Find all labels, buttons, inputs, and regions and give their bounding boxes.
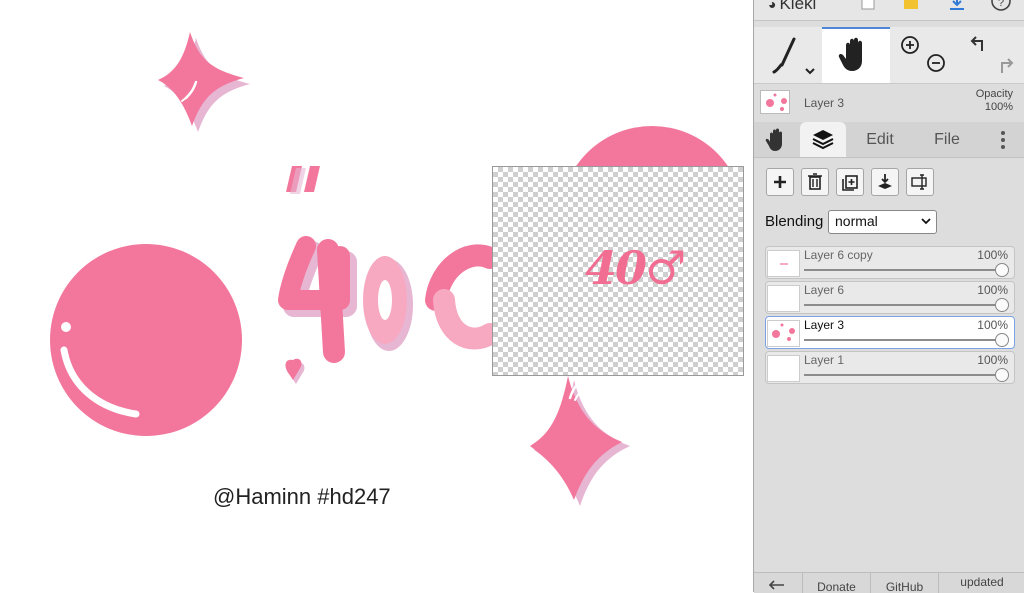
opacity-slider-handle[interactable] [995, 298, 1009, 312]
opacity-slider-track[interactable] [804, 339, 1002, 341]
arrow-left-icon [768, 580, 784, 590]
hand-tool[interactable] [822, 27, 890, 83]
layer-opacity: 100% [977, 248, 1008, 262]
app-name: Kleki [779, 0, 817, 13]
layer-preview-popup: 40♂ [492, 166, 744, 376]
duplicate-icon [842, 175, 858, 191]
preview-lettering: 40♂ [585, 241, 686, 295]
opacity-slider-handle[interactable] [995, 368, 1009, 382]
layer-row-layer-6-copy[interactable]: Layer 6 copy 100% [765, 246, 1015, 279]
credit-text: @Haminn #hd247 [213, 484, 391, 509]
github-link[interactable]: GitHub [870, 573, 938, 593]
kleki-logo-icon: ◕ [768, 0, 777, 12]
updated-link[interactable]: updated [938, 573, 1024, 593]
open-folder-icon[interactable] [900, 0, 922, 16]
brush-icon [772, 37, 815, 75]
quote-marks [286, 166, 320, 194]
blending-select[interactable]: normal [828, 210, 937, 234]
add-layer-button[interactable] [766, 168, 794, 196]
more-menu-button[interactable] [980, 122, 1024, 157]
duplicate-layer-button[interactable] [836, 168, 864, 196]
svg-text:?: ? [998, 0, 1004, 9]
delete-layer-button[interactable] [801, 168, 829, 196]
layers-icon [812, 130, 834, 150]
brush-tool[interactable] [754, 27, 822, 83]
more-vertical-icon [1001, 131, 1005, 149]
tab-hand[interactable] [754, 122, 800, 157]
blending-value: normal [835, 213, 878, 229]
layer-name: Layer 3 [804, 318, 845, 332]
blending-label: Blending [765, 213, 824, 230]
layer-row-layer-3[interactable]: Layer 3 100% [765, 316, 1015, 349]
merge-down-icon [878, 174, 892, 189]
plus-icon [774, 176, 786, 188]
new-image-icon[interactable] [858, 0, 880, 16]
opacity-value: 100% [984, 101, 1013, 113]
layer-thumbnail [767, 285, 800, 312]
opacity-slider-handle[interactable] [995, 263, 1009, 277]
merge-down-button[interactable] [871, 168, 899, 196]
hand-icon [838, 37, 862, 71]
layer-name: Layer 1 [804, 353, 845, 367]
opacity-readout: Opacity 100% [976, 88, 1013, 114]
donate-link[interactable]: Donate [802, 573, 870, 593]
app-logo: ◕ Kleki [768, 0, 816, 14]
sparkle-top-left [158, 32, 250, 132]
layer-opacity: 100% [977, 283, 1008, 297]
rename-layer-button[interactable] [906, 168, 934, 196]
current-layer-name: Layer 3 [804, 96, 845, 110]
layer-row-layer-1[interactable]: Layer 1 100% [765, 351, 1015, 384]
undo-redo-icon [970, 36, 1014, 73]
sparkle-bottom [530, 376, 630, 506]
panel-footer: Donate GitHub updated [754, 572, 1024, 593]
layer-name: Layer 6 [804, 283, 845, 297]
tab-layers[interactable] [800, 122, 846, 157]
current-layer-info: Layer 3 Opacity 100% [754, 84, 1024, 122]
side-panel: ◕ Kleki ? Layer 3 Opacity 100% Edit File… [753, 0, 1024, 593]
hand-icon [765, 128, 782, 151]
trash-icon [808, 173, 822, 190]
layer-row-layer-6[interactable]: Layer 6 100% [765, 281, 1015, 314]
tool-bar [754, 27, 1024, 84]
big-circle-left [50, 244, 242, 436]
collapse-panel-button[interactable] [754, 573, 802, 593]
undo-redo-tools[interactable] [958, 27, 1024, 83]
chevron-down-icon [921, 218, 931, 225]
layer-name: Layer 6 copy [804, 248, 873, 262]
opacity-label: Opacity [975, 88, 1013, 100]
layer-thumbnail [767, 320, 800, 347]
top-bar: ◕ Kleki ? [754, 0, 1024, 21]
rename-icon [911, 174, 927, 190]
panel-tabs: Edit File [754, 122, 1024, 158]
download-icon[interactable] [946, 0, 968, 16]
layer-opacity: 100% [977, 353, 1008, 367]
layer-thumbnail [767, 250, 800, 277]
drawing-canvas[interactable]: @Haminn #hd247 40♂ [0, 0, 753, 592]
zoom-in-out-icon [901, 36, 945, 72]
opacity-slider-track[interactable] [804, 269, 1002, 271]
opacity-slider-track[interactable] [804, 374, 1002, 376]
lettering-404 [278, 236, 501, 384]
opacity-slider-track[interactable] [804, 304, 1002, 306]
opacity-slider-handle[interactable] [995, 333, 1009, 347]
layer-opacity: 100% [977, 318, 1008, 332]
layer-thumbnail [767, 355, 800, 382]
help-icon[interactable]: ? [990, 0, 1012, 16]
tab-edit[interactable]: Edit [846, 122, 914, 157]
zoom-tools[interactable] [890, 27, 958, 83]
current-layer-thumbnail [760, 90, 790, 114]
tab-file[interactable]: File [914, 122, 980, 157]
